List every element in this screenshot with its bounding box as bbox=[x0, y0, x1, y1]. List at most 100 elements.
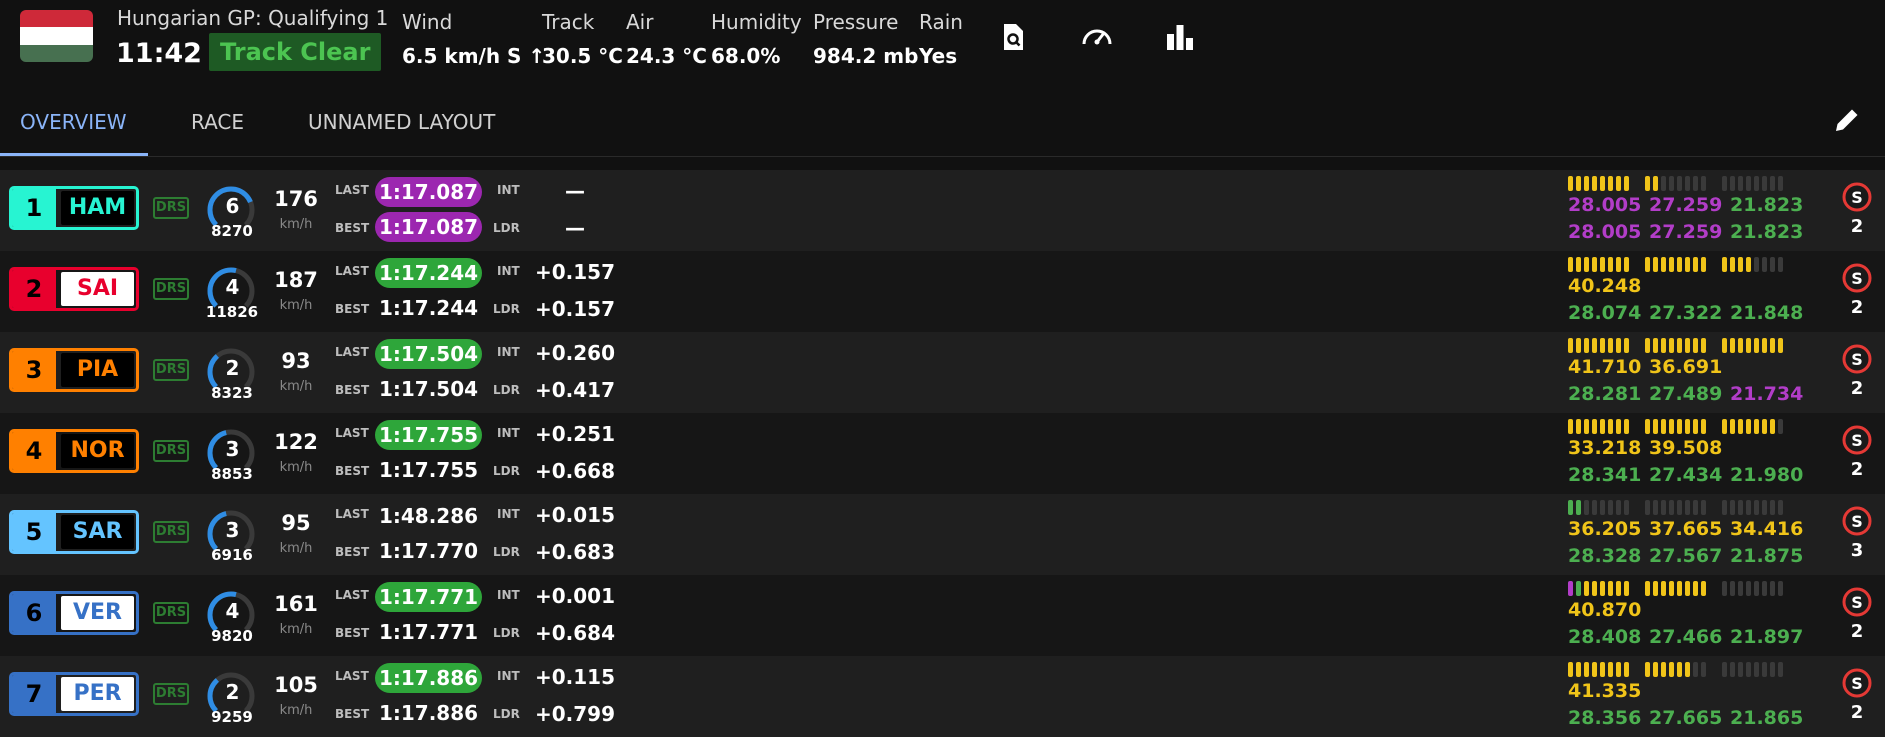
sector-time: 36.691 bbox=[1649, 356, 1723, 378]
driver-row[interactable]: 6 VER DRS 4 9820 161 km/h LAST BEST 1:17… bbox=[0, 575, 1885, 656]
mini-sector-segment bbox=[1722, 662, 1727, 677]
drs-indicator: DRS bbox=[153, 278, 189, 300]
last-lap-label: LAST bbox=[335, 507, 369, 521]
weather-value: 24.3 °C bbox=[626, 44, 707, 68]
driver-badge[interactable]: 7 PER bbox=[9, 672, 139, 716]
mini-sector-segment bbox=[1624, 662, 1629, 677]
leader-gap-label: LDR bbox=[493, 383, 520, 397]
weather-label: Humidity bbox=[711, 10, 802, 34]
driver-row[interactable]: 2 SAI DRS 4 11826 187 km/h LAST BEST 1:1… bbox=[0, 251, 1885, 332]
mini-sector-segment bbox=[1661, 338, 1666, 353]
mini-sector-segment bbox=[1762, 419, 1767, 434]
driver-row[interactable]: 1 HAM DRS 6 8270 176 km/h LAST BEST 1:17… bbox=[0, 170, 1885, 251]
mini-sector-segment bbox=[1701, 257, 1706, 272]
mini-sector-segment bbox=[1730, 419, 1735, 434]
tyre-stint-count: 2 bbox=[1850, 378, 1864, 399]
driver-badge[interactable]: 5 SAR bbox=[9, 510, 139, 554]
soft-tyre-icon: S bbox=[1842, 668, 1872, 698]
mini-sector-segment bbox=[1677, 338, 1682, 353]
mini-sector-segment bbox=[1746, 419, 1751, 434]
mini-sector-segment bbox=[1762, 662, 1767, 677]
leader-gap-label: LDR bbox=[493, 545, 520, 559]
mini-sector-segment bbox=[1762, 176, 1767, 191]
edit-layout-button[interactable] bbox=[1831, 104, 1863, 136]
tyre-compound: S bbox=[1851, 269, 1863, 288]
driver-badge[interactable]: 4 NOR bbox=[9, 429, 139, 473]
tab-overview[interactable]: OVERVIEW bbox=[20, 110, 127, 134]
mini-sector-segment bbox=[1576, 176, 1581, 191]
gear-number: 6 bbox=[225, 194, 240, 218]
mini-sector-segment bbox=[1584, 500, 1589, 515]
interval-value: +0.001 bbox=[534, 584, 616, 608]
position-number: 7 bbox=[12, 675, 56, 713]
tab-race[interactable]: RACE bbox=[191, 110, 244, 134]
session-title: Hungarian GP: Qualifying 1 bbox=[117, 6, 389, 30]
tyre-stint-count: 2 bbox=[1850, 621, 1864, 642]
weather-rain: Rain Yes bbox=[919, 10, 963, 68]
weather-pressure: Pressure 984.2 mb bbox=[813, 10, 918, 68]
mini-sector-segment bbox=[1730, 662, 1735, 677]
mini-sector-segment bbox=[1608, 581, 1613, 596]
page-search-button[interactable] bbox=[996, 20, 1030, 54]
soft-tyre-icon: S bbox=[1842, 425, 1872, 455]
sector-time: 28.341 bbox=[1568, 464, 1642, 486]
driver-code: PIA bbox=[61, 353, 134, 387]
mini-sector-segment bbox=[1770, 176, 1775, 191]
driver-row[interactable]: 3 PIA DRS 2 8323 93 km/h LAST BEST 1:17.… bbox=[0, 332, 1885, 413]
bar-chart-button[interactable] bbox=[1163, 20, 1197, 54]
driver-row[interactable]: 5 SAR DRS 3 6916 95 km/h LAST BEST 1:48.… bbox=[0, 494, 1885, 575]
mini-sector-segment bbox=[1624, 581, 1629, 596]
rpm-value: 11826 bbox=[205, 303, 259, 321]
speed-unit: km/h bbox=[279, 460, 313, 475]
mini-sector-segment bbox=[1754, 419, 1759, 434]
interval-label: INT bbox=[497, 507, 520, 521]
mini-sector-segment bbox=[1722, 500, 1727, 515]
driver-code: HAM bbox=[61, 191, 134, 225]
page-search-icon bbox=[1004, 24, 1023, 50]
mini-sector-segment bbox=[1669, 500, 1674, 515]
mini-sector-segment bbox=[1730, 500, 1735, 515]
mini-sector-segment bbox=[1576, 500, 1581, 515]
driver-badge[interactable]: 6 VER bbox=[9, 591, 139, 635]
mini-sector-segment bbox=[1685, 662, 1690, 677]
mini-sector-segment bbox=[1584, 338, 1589, 353]
tab-unnamed-layout[interactable]: UNNAMED LAYOUT bbox=[308, 110, 495, 134]
weather-value: 68.0% bbox=[711, 44, 781, 68]
best-lap-label: BEST bbox=[335, 221, 370, 235]
mini-sector-segment bbox=[1653, 176, 1658, 191]
gear-number: 3 bbox=[225, 437, 240, 461]
mini-sector-segment bbox=[1677, 581, 1682, 596]
sector-time: 39.508 bbox=[1649, 437, 1723, 459]
mini-sector-segment bbox=[1685, 257, 1690, 272]
mini-sector-segment bbox=[1653, 257, 1658, 272]
driver-row[interactable]: 4 NOR DRS 3 8853 122 km/h LAST BEST 1:17… bbox=[0, 413, 1885, 494]
weather-value: 6.5 km/h S ↑ bbox=[402, 44, 546, 68]
mini-sector-segment bbox=[1624, 338, 1629, 353]
mini-sector-segment bbox=[1568, 500, 1573, 515]
driver-badge[interactable]: 1 HAM bbox=[9, 186, 139, 230]
tyre-compound: S bbox=[1851, 188, 1863, 207]
mini-sector-segment bbox=[1738, 176, 1743, 191]
tyre-stint-count: 3 bbox=[1850, 540, 1864, 561]
driver-badge[interactable]: 2 SAI bbox=[9, 267, 139, 311]
leader-gap-value: +0.684 bbox=[534, 621, 616, 645]
mini-sector-segment bbox=[1722, 419, 1727, 434]
sector-time: 27.434 bbox=[1649, 464, 1723, 486]
driver-code: PER bbox=[61, 677, 134, 711]
speed-value: 161 bbox=[274, 592, 318, 616]
driver-row[interactable]: 7 PER DRS 2 9259 105 km/h LAST BEST 1:17… bbox=[0, 656, 1885, 737]
sector-time: 28.281 bbox=[1568, 383, 1642, 405]
mini-sector-segment bbox=[1778, 500, 1783, 515]
interval-value: +0.015 bbox=[534, 503, 616, 527]
speedometer-button[interactable] bbox=[1080, 20, 1114, 54]
tyre-stint-count: 2 bbox=[1850, 459, 1864, 480]
leader-gap-value: +0.683 bbox=[534, 540, 616, 564]
driver-badge[interactable]: 3 PIA bbox=[9, 348, 139, 392]
sector-time: 27.665 bbox=[1649, 707, 1723, 729]
sector-time: 21.865 bbox=[1730, 707, 1804, 729]
last-lap-label: LAST bbox=[335, 345, 369, 359]
mini-sector-segment bbox=[1669, 176, 1674, 191]
mini-sector-segment bbox=[1762, 500, 1767, 515]
mini-sector-segment bbox=[1645, 257, 1650, 272]
mini-sector-segment bbox=[1600, 257, 1605, 272]
